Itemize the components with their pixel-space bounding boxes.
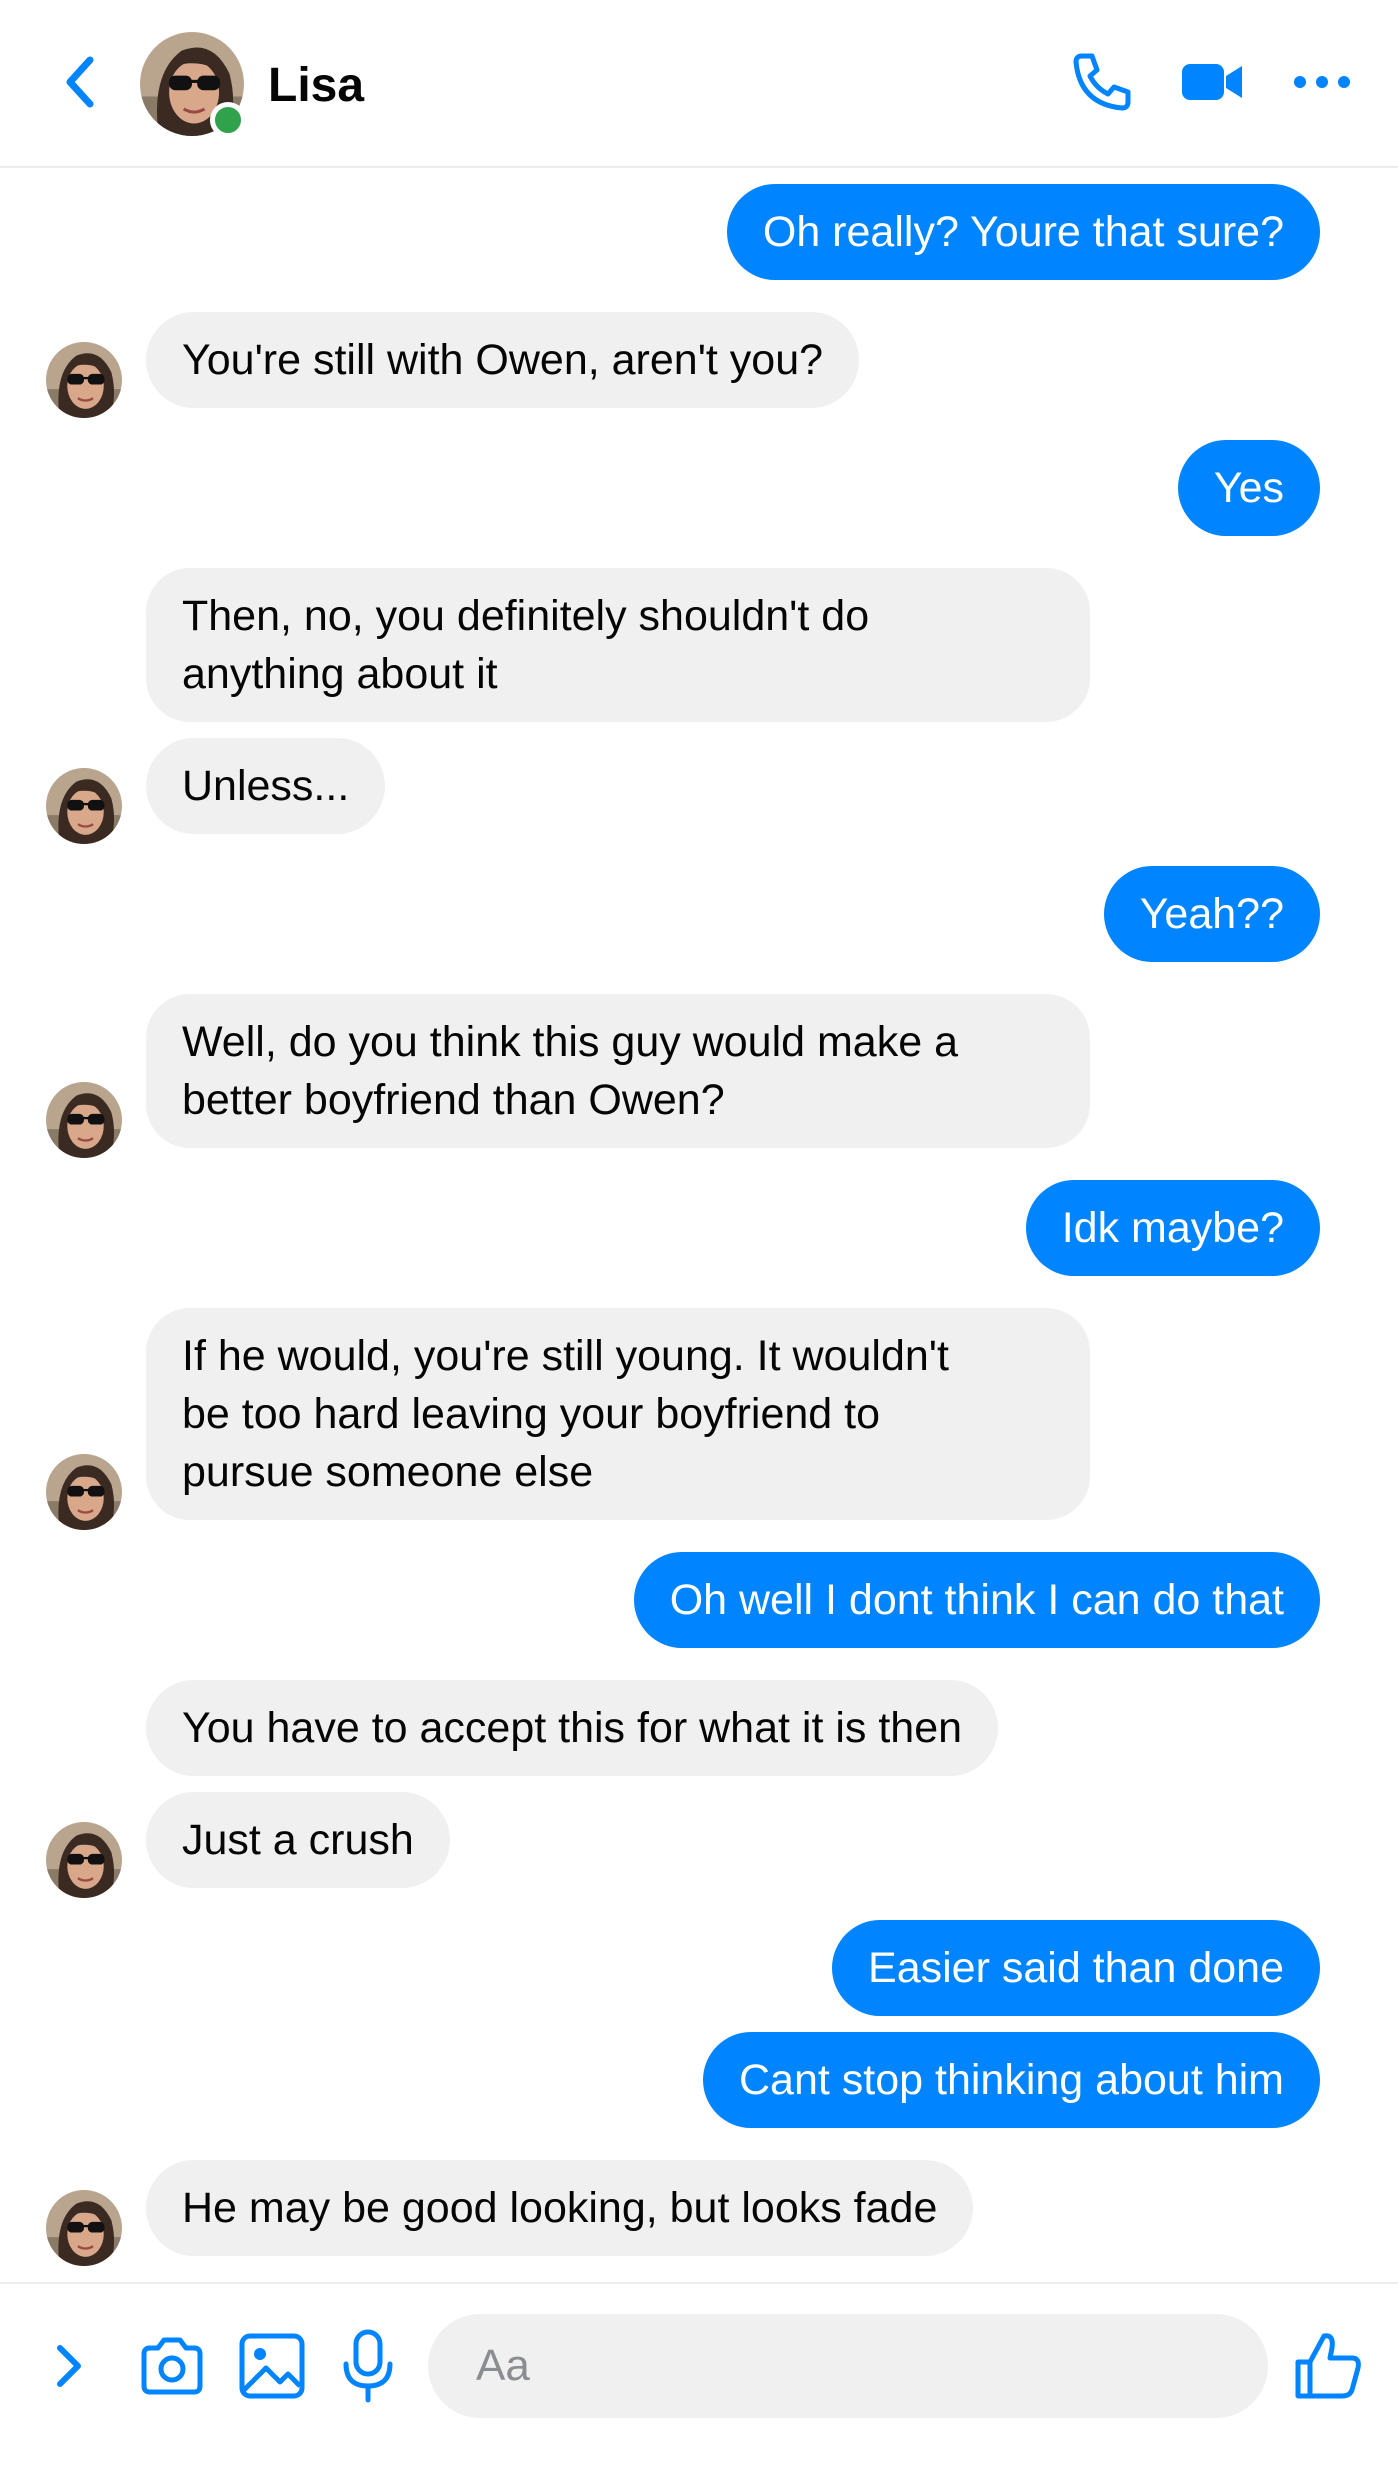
incoming-message[interactable]: He may be good looking, but looks fade [146,2160,974,2256]
chat-header: Lisa [0,0,1398,168]
incoming-message[interactable]: Unless... [146,738,386,834]
contact-name[interactable]: Lisa [268,58,364,113]
incoming-message[interactable]: Then, no, you definitely shouldn't do an… [146,568,1090,722]
video-camera-icon[interactable] [1176,46,1248,118]
message-line: Then, no, you definitely shouldn't do [182,592,870,640]
gallery-icon[interactable] [236,2328,308,2404]
message-line: pursue someone else [182,1448,594,1496]
microphone-icon[interactable] [336,2326,400,2406]
back-chevron-icon[interactable] [56,50,104,114]
sender-avatar[interactable] [46,1082,122,1158]
like-thumb-icon[interactable] [1290,2326,1366,2406]
incoming-message[interactable]: You have to accept this for what it is t… [146,1680,999,1776]
outgoing-message[interactable]: Yes [1177,440,1320,536]
message-line: Well, do you think this guy would make a [182,1018,958,1066]
sender-avatar[interactable] [46,342,122,418]
message-line: anything about it [182,650,498,698]
outgoing-message[interactable]: Oh well I dont think I can do that [633,1552,1320,1648]
message-line: If he would, you're still young. It woul… [182,1332,949,1380]
online-status-dot [210,102,246,138]
outgoing-message[interactable]: Oh really? Youre that sure? [726,184,1320,280]
sender-avatar[interactable] [46,2190,122,2266]
expand-chevron-icon[interactable] [44,2334,92,2398]
sender-avatar[interactable] [46,1822,122,1898]
message-input[interactable] [428,2314,1268,2418]
camera-icon[interactable] [136,2330,208,2402]
message-line: better boyfriend than Owen? [182,1076,725,1124]
message-line: be too hard leaving your boyfriend to [182,1390,881,1438]
incoming-message[interactable]: If he would, you're still young. It woul… [146,1308,1090,1520]
outgoing-message[interactable]: Easier said than done [832,1920,1320,2016]
incoming-message[interactable]: Just a crush [146,1792,450,1888]
outgoing-message[interactable]: Yeah?? [1103,866,1320,962]
sender-avatar[interactable] [46,1454,122,1530]
incoming-message[interactable]: Well, do you think this guy would make a… [146,994,1090,1148]
sender-avatar[interactable] [46,768,122,844]
message-thread[interactable]: Oh really? Youre that sure? You're still… [0,168,1398,2280]
phone-icon[interactable] [1066,46,1138,118]
more-dots-icon[interactable] [1286,46,1358,118]
outgoing-message[interactable]: Idk maybe? [1025,1180,1320,1276]
outgoing-message[interactable]: Cant stop thinking about him [703,2032,1320,2128]
incoming-message[interactable]: You're still with Owen, aren't you? [146,312,860,408]
message-composer [0,2282,1398,2488]
